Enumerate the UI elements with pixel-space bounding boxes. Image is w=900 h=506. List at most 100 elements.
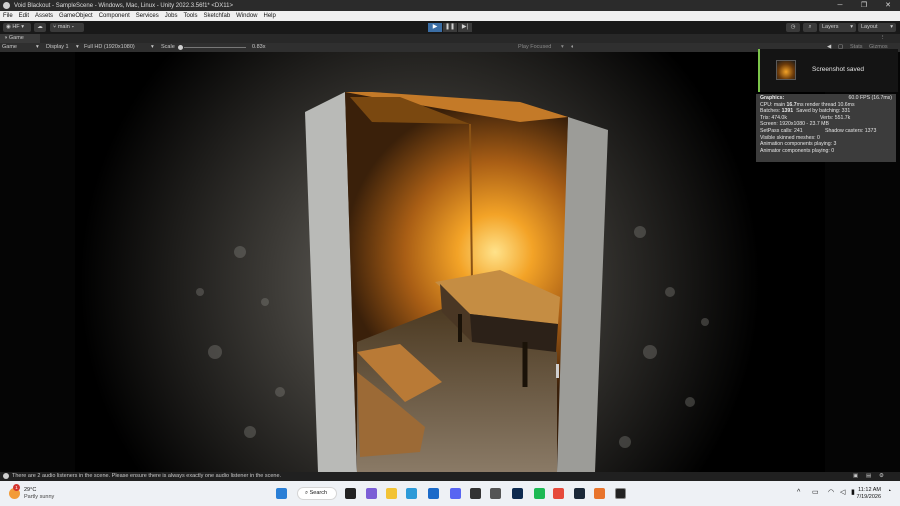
clock-date[interactable]: 7/19/2026 xyxy=(855,494,881,500)
progress-icon[interactable]: ▤ xyxy=(866,472,871,481)
menu-gameobject[interactable]: GameObject xyxy=(56,11,96,21)
cloud-icon: ☁ xyxy=(37,24,43,30)
info-icon xyxy=(3,472,9,479)
maximize-button[interactable]: ❐ xyxy=(852,0,876,11)
step-button[interactable]: ▶| xyxy=(458,23,472,32)
menu-edit[interactable]: Edit xyxy=(16,11,32,21)
game-tab-bar: ◑ Game ⋮ xyxy=(0,34,900,43)
resolution-dropdown[interactable]: Full HD (1920x1080) xyxy=(84,43,135,52)
discord-icon[interactable] xyxy=(450,488,461,499)
display-label: Display 1 xyxy=(46,44,69,50)
photoshop-icon[interactable] xyxy=(512,488,523,499)
minimize-button[interactable]: ─ xyxy=(828,0,852,11)
scale-value: 0.83x xyxy=(252,44,266,50)
stats-overlay: Graphics: 60.0 FPS (16.7ms) CPU: main 16… xyxy=(756,94,896,162)
layout-dropdown[interactable]: Layout ▾ xyxy=(858,23,896,32)
view-mode-chevron-icon[interactable]: ▾ xyxy=(36,43,39,52)
menu-sketchfab[interactable]: Sketchfab xyxy=(200,11,233,21)
start-icon[interactable] xyxy=(276,488,287,499)
volume-icon[interactable]: ◁ xyxy=(840,488,845,496)
tray-app-icon[interactable]: ▭ xyxy=(812,488,819,496)
debug-icon[interactable]: ⚙ xyxy=(879,472,884,481)
stats-animator: Animator components playing: 0 xyxy=(760,147,835,154)
menu-component[interactable]: Component xyxy=(96,11,133,21)
stats-skinned: Visible skinned meshes: 0 xyxy=(760,134,820,141)
taskbar-search-label: Search xyxy=(309,490,328,496)
cloud-button[interactable]: ☁ xyxy=(34,23,46,32)
layers-label: Layers xyxy=(822,24,839,30)
window-title: Void Blackout - SampleScene - Windows, M… xyxy=(14,2,234,9)
stats-batches: Batches: 1391 Saved by batching: 331 xyxy=(760,108,851,115)
view-mode-dropdown[interactable]: Game xyxy=(2,43,17,52)
wifi-icon[interactable]: ◠ xyxy=(828,488,834,496)
scale-slider-track[interactable] xyxy=(184,47,246,48)
display-chevron-icon[interactable]: ▾ xyxy=(76,43,79,52)
menu-tools[interactable]: Tools xyxy=(180,11,200,21)
scale-slider-handle[interactable] xyxy=(178,45,183,50)
chrome-icon[interactable] xyxy=(553,488,564,499)
unity-hub-icon[interactable] xyxy=(470,488,481,499)
audio-mute-icon[interactable]: ◐ xyxy=(571,43,574,52)
weather-temp[interactable]: 29°C xyxy=(24,487,36,493)
steam-icon[interactable] xyxy=(574,488,585,499)
menu-assets[interactable]: Assets xyxy=(32,11,56,21)
store-icon[interactable] xyxy=(428,488,439,499)
git-icon[interactable] xyxy=(594,488,605,499)
pause-button[interactable]: ❚❚ xyxy=(443,23,457,32)
file-explorer-icon[interactable] xyxy=(386,488,397,499)
unity-logo-icon xyxy=(3,2,10,9)
settings-icon[interactable] xyxy=(490,488,501,499)
layout-label: Layout xyxy=(861,24,878,30)
menu-services[interactable]: Services xyxy=(133,11,162,21)
edge-icon[interactable] xyxy=(406,488,417,499)
layers-dropdown[interactable]: Layers ▾ xyxy=(819,23,856,32)
tab-game[interactable]: ◑ Game xyxy=(0,34,40,43)
account-dropdown[interactable]: ◉ HF ▾ xyxy=(3,23,31,32)
stats-animation: Animation components playing: 3 xyxy=(760,141,837,148)
collab-icon[interactable]: ▣ xyxy=(853,472,858,481)
clock-time[interactable]: 11:12 AM xyxy=(855,487,881,493)
branch-dropdown[interactable]: ⑂ main ▾ xyxy=(50,23,84,32)
copilot-icon[interactable] xyxy=(366,488,377,499)
step-icon: ▶| xyxy=(461,24,469,30)
stats-fps: 60.0 FPS (16.7ms) xyxy=(848,95,892,101)
play-focused-label: Play Focused xyxy=(518,44,552,50)
display-dropdown[interactable]: Display 1 xyxy=(46,43,69,52)
pause-icon: ❚❚ xyxy=(444,24,456,30)
console-status-bar[interactable]: There are 2 audio listeners in the scene… xyxy=(0,472,900,481)
stats-geometry: Tris: 474.0k Verts: 551.7k xyxy=(760,114,851,121)
weather-badge: 1 xyxy=(13,484,20,491)
resolution-label: Full HD (1920x1080) xyxy=(84,44,135,50)
play-button[interactable]: ▶ xyxy=(428,23,442,32)
close-button[interactable]: ✕ xyxy=(876,0,900,11)
taskbar-search[interactable]: ⌕ Search xyxy=(297,487,337,500)
play-focused-chevron-icon[interactable]: ▾ xyxy=(561,43,564,52)
stats-screen: Screen: 1920x1080 - 23.7 MB xyxy=(760,121,829,128)
screenshot-thumbnail xyxy=(776,60,796,80)
stats-setpass: SetPass calls: 241 Shadow casters: 1373 xyxy=(760,127,877,134)
search-icon: ⌕ xyxy=(808,24,812,30)
tab-game-label: Game xyxy=(8,35,24,41)
menu-jobs[interactable]: Jobs xyxy=(162,11,181,21)
tab-menu-icon[interactable]: ⋮ xyxy=(880,34,886,43)
spotify-icon[interactable] xyxy=(534,488,545,499)
history-icon: ◷ xyxy=(790,24,796,30)
task-view-icon[interactable] xyxy=(345,488,356,499)
screenshot-toast[interactable]: Screenshot saved xyxy=(758,49,898,92)
scale-label: Scale xyxy=(161,44,175,50)
resolution-chevron-icon[interactable]: ▾ xyxy=(151,43,154,52)
stats-heading: Graphics: xyxy=(760,95,785,101)
play-icon: ▶ xyxy=(432,24,438,30)
search-button[interactable]: ⌕ xyxy=(803,23,817,32)
play-focused-dropdown[interactable]: Play Focused xyxy=(518,43,551,52)
weather-description[interactable]: Partly sunny xyxy=(24,494,54,500)
tray-chevron-icon[interactable]: ^ xyxy=(797,489,800,496)
menu-file[interactable]: File xyxy=(0,11,16,21)
taskbar: 1 29°C Partly sunny ⌕ Search ^ ▭ ◠ ◁ ▮ 1… xyxy=(0,481,900,506)
history-button[interactable]: ◷ xyxy=(786,23,800,32)
notification-icon[interactable]: ◔ xyxy=(887,488,891,495)
menu-window[interactable]: Window xyxy=(233,11,260,21)
menu-help[interactable]: Help xyxy=(261,11,279,21)
main-toolbar: ◉ HF ▾ ☁ ⑂ main ▾ ▶ ❚❚ ▶| ◷ ⌕ Layers ▾ La… xyxy=(0,21,900,34)
unity-editor-icon[interactable] xyxy=(615,488,626,499)
